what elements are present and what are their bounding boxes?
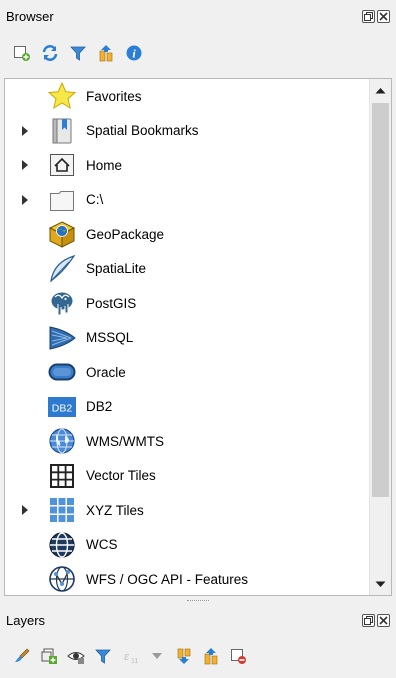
close-panel-icon[interactable] <box>377 10 390 23</box>
home-icon <box>47 150 77 180</box>
xyz-tiles-icon <box>47 495 77 525</box>
browser-item-xyz-tiles[interactable]: XYZ Tiles <box>5 493 371 528</box>
expander-placeholder <box>17 537 33 553</box>
browser-item-label: WFS / OGC API - Features <box>86 571 249 587</box>
browser-item-label: Oracle <box>86 364 126 380</box>
remove-layer-icon[interactable] <box>228 646 248 666</box>
layers-header-buttons <box>362 614 390 627</box>
browser-item-wms-wmts[interactable]: WMS/WMTS <box>5 424 371 459</box>
expander-placeholder <box>17 330 33 346</box>
geopackage-icon <box>47 219 77 249</box>
browser-item-label: GeoPackage <box>86 226 165 242</box>
expand-arrow-icon[interactable] <box>17 192 33 208</box>
expander-placeholder <box>17 571 33 587</box>
globe-icon <box>47 426 77 456</box>
browser-item-spatialite[interactable]: SpatiaLite <box>5 252 371 287</box>
bookmarks-icon <box>47 116 77 146</box>
browser-item-label: SpatiaLite <box>86 261 147 277</box>
expander-placeholder <box>17 88 33 104</box>
filter-expression-icon: ε 11 <box>120 646 140 666</box>
browser-item-label: DB2 <box>86 399 113 415</box>
close-panel-icon[interactable] <box>377 614 390 627</box>
scroll-down-icon[interactable] <box>370 573 391 595</box>
mssql-icon <box>47 323 77 353</box>
expand-arrow-icon[interactable] <box>17 157 33 173</box>
scrollbar-thumb[interactable] <box>372 103 389 497</box>
float-panel-icon[interactable] <box>362 614 375 627</box>
browser-item-label: PostGIS <box>86 295 137 311</box>
browser-item-home[interactable]: Home <box>5 148 371 183</box>
expand-arrow-icon[interactable] <box>17 123 33 139</box>
visibility-eye-icon[interactable] <box>66 646 86 666</box>
browser-panel-header: Browser <box>0 2 396 30</box>
wcs-globe-icon <box>47 530 77 560</box>
browser-item-favorites[interactable]: Favorites <box>5 79 371 114</box>
postgis-elephant-icon <box>47 288 77 318</box>
browser-panel-title: Browser <box>6 8 54 24</box>
panel-splitter[interactable] <box>0 597 396 605</box>
svg-text:DB2: DB2 <box>52 402 73 414</box>
browser-item-label: Home <box>86 157 123 173</box>
expander-placeholder <box>17 261 33 277</box>
expander-placeholder <box>17 468 33 484</box>
browser-item-label: MSSQL <box>86 330 134 346</box>
expand-arrow-icon[interactable] <box>17 502 33 518</box>
browser-item-label: C:\ <box>86 192 104 208</box>
browser-tree[interactable]: Favorites Spatial Bookmarks Home C:\ Geo… <box>4 78 392 596</box>
scroll-up-icon[interactable] <box>370 79 391 101</box>
dropdown-arrow-icon[interactable] <box>147 646 167 666</box>
vector-tiles-grid-icon <box>47 461 77 491</box>
style-brush-icon[interactable] <box>12 646 32 666</box>
filter-icon[interactable] <box>93 646 113 666</box>
browser-toolbar: i <box>0 36 396 70</box>
browser-item-label: Favorites <box>86 88 142 104</box>
expander-placeholder <box>17 364 33 380</box>
browser-item-label: WMS/WMTS <box>86 433 164 449</box>
browser-item-geopackage[interactable]: GeoPackage <box>5 217 371 252</box>
browser-item-wcs[interactable]: WCS <box>5 528 371 563</box>
folder-icon <box>47 185 77 215</box>
add-selected-layers-icon[interactable] <box>12 43 32 63</box>
expander-placeholder <box>17 226 33 242</box>
svg-text:11: 11 <box>131 658 138 665</box>
expander-placeholder <box>17 399 33 415</box>
browser-header-buttons <box>362 10 390 23</box>
browser-item-label: XYZ Tiles <box>86 502 144 518</box>
browser-item-label: WCS <box>86 537 118 553</box>
properties-info-icon[interactable]: i <box>124 43 144 63</box>
expander-placeholder <box>17 433 33 449</box>
layers-panel-title: Layers <box>6 612 46 628</box>
layers-panel-header: Layers <box>0 606 396 634</box>
splitter-grip <box>187 600 209 602</box>
browser-item-wfs-ogc-api-features[interactable]: WFS / OGC API - Features <box>5 562 371 595</box>
collapse-all-icon[interactable] <box>201 646 221 666</box>
expander-placeholder <box>17 295 33 311</box>
browser-item-spatial-bookmarks[interactable]: Spatial Bookmarks <box>5 114 371 149</box>
refresh-icon[interactable] <box>40 43 60 63</box>
browser-item-vector-tiles[interactable]: Vector Tiles <box>5 459 371 494</box>
browser-item-postgis[interactable]: PostGIS <box>5 286 371 321</box>
star-icon <box>47 81 77 111</box>
browser-item-label: Spatial Bookmarks <box>86 123 199 139</box>
filter-icon[interactable] <box>68 43 88 63</box>
browser-item-oracle[interactable]: Oracle <box>5 355 371 390</box>
browser-item-label: Vector Tiles <box>86 468 156 484</box>
expand-all-icon[interactable] <box>174 646 194 666</box>
add-group-icon[interactable] <box>39 646 59 666</box>
browser-tree-list: Favorites Spatial Bookmarks Home C:\ Geo… <box>5 79 371 595</box>
db2-icon: DB2 <box>47 392 77 422</box>
browser-item-c-drive[interactable]: C:\ <box>5 183 371 218</box>
wfs-globe-icon <box>47 564 77 594</box>
browser-item-mssql[interactable]: MSSQL <box>5 321 371 356</box>
vertical-scrollbar[interactable] <box>369 79 391 595</box>
oracle-icon <box>47 357 77 387</box>
collapse-all-icon[interactable] <box>96 43 116 63</box>
svg-text:ε: ε <box>124 648 130 663</box>
browser-item-db2[interactable]: DB2 DB2 <box>5 390 371 425</box>
float-panel-icon[interactable] <box>362 10 375 23</box>
layers-toolbar: ε 11 <box>0 639 396 673</box>
spatialite-feather-icon <box>47 254 77 284</box>
